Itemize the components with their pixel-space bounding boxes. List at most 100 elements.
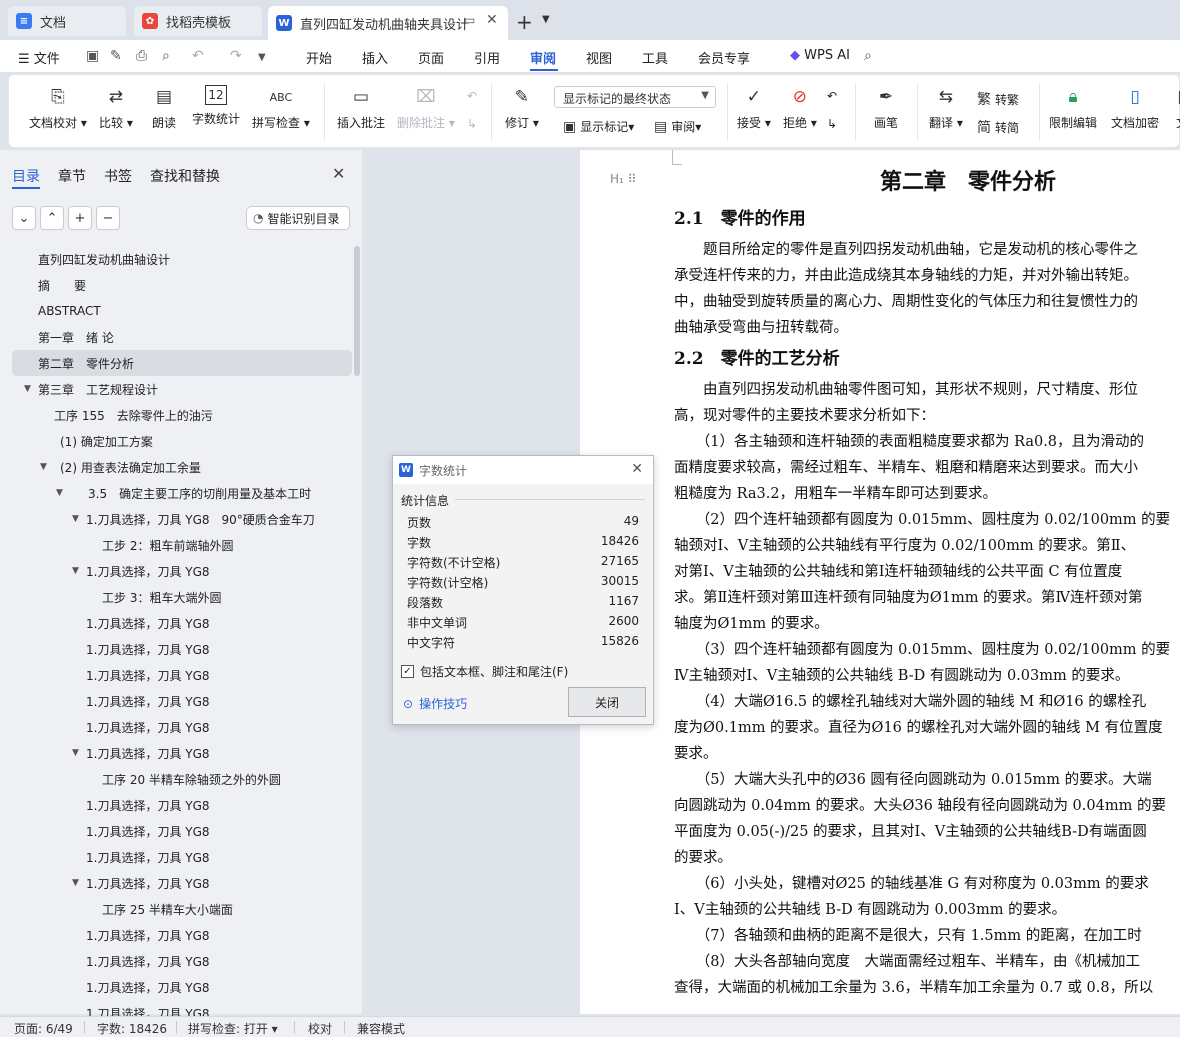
expand-triangle-icon[interactable]: ▼ <box>72 514 79 524</box>
toc-item[interactable]: 1.刀具选择，刀具 YG8 <box>0 948 352 974</box>
document-page[interactable]: H₁ ⠿ 第二章 零件分析 2.1 零件的作用 题目所给定的零件是直列四拐发动机… <box>580 150 1180 1014</box>
encrypt-button[interactable]: ▯ 文档加密 <box>1111 85 1159 131</box>
toc-item[interactable]: ▼ (2) 用查表法确定加工余量 <box>0 454 352 480</box>
show-markup-button[interactable]: ▣ 显示标记 ▾ <box>563 118 634 135</box>
delete-comment-button[interactable]: ⌧ 删除批注 ▾ <box>397 85 455 131</box>
toc-item[interactable]: 工序 20 半精车除轴颈之外的外圆 <box>0 766 352 792</box>
close-dialog-icon[interactable]: ✕ <box>631 461 643 477</box>
print-preview-icon[interactable]: ⌕ <box>162 48 170 64</box>
menu-view[interactable]: 视图 <box>586 48 612 67</box>
toc-item[interactable]: 1.刀具选择，刀具 YG8 <box>0 636 352 662</box>
cut-off-button[interactable]: ▯ 文 <box>1169 85 1180 131</box>
expand-triangle-icon[interactable]: ▼ <box>24 384 31 394</box>
toc-item[interactable]: ▼ 1.刀具选择，刀具 YG8 <box>0 740 352 766</box>
toc-item[interactable]: 第一章 绪 论 <box>0 324 352 350</box>
chevron-down-icon[interactable]: ▼ <box>258 52 266 63</box>
search-icon[interactable]: ⌕ <box>864 48 872 64</box>
toc-item[interactable]: 1.刀具选择，刀具 YG8 <box>0 610 352 636</box>
spell-check-indicator[interactable]: 拼写检查: 打开 ▾ <box>188 1020 278 1037</box>
collapse-up-button[interactable]: ⌃ <box>40 206 64 230</box>
tab-toc[interactable]: 目录 <box>12 166 40 186</box>
expand-triangle-icon[interactable]: ▼ <box>72 878 79 888</box>
smart-toc-button[interactable]: ◔ 智能识别目录 <box>246 206 350 230</box>
toc-item[interactable]: 1.刀具选择，刀具 YG8 <box>0 818 352 844</box>
insert-comment-button[interactable]: ▭ 插入批注 <box>337 85 385 131</box>
toc-item[interactable]: ▼ 1.刀具选择，刀具 YG8 <box>0 558 352 584</box>
menu-insert[interactable]: 插入 <box>362 48 388 67</box>
expand-triangle-icon[interactable]: ▼ <box>56 488 63 498</box>
new-tab-icon[interactable]: + <box>516 10 533 34</box>
pen-button[interactable]: ✒ 画笔 <box>873 85 899 131</box>
dialog-title-bar[interactable]: W 字数统计 ✕ <box>393 456 653 484</box>
menu-tools[interactable]: 工具 <box>642 48 668 67</box>
proofread-indicator[interactable]: 校对 <box>308 1020 332 1037</box>
translate-button[interactable]: ⇆ 翻译 ▾ <box>929 85 963 131</box>
toc-item[interactable]: 1.刀具选择，刀具 YG8 <box>0 974 352 1000</box>
toc-item[interactable]: 1.刀具选择，刀具 YG8 <box>0 922 352 948</box>
tab-documents[interactable]: ≡ 文档 <box>8 6 126 36</box>
heading-style-marker[interactable]: H₁ ⠿ <box>610 172 636 186</box>
expand-triangle-icon[interactable]: ▼ <box>40 462 47 472</box>
revise-button[interactable]: ✎ 修订 ▾ <box>505 85 539 131</box>
compare-button[interactable]: ⇄ 比较 ▾ <box>99 85 133 131</box>
expand-triangle-icon[interactable]: ▼ <box>72 566 79 576</box>
toc-item[interactable]: 工序 25 半精车大小端面 <box>0 896 352 922</box>
undo-icon[interactable]: ↶ <box>192 48 204 64</box>
toc-item[interactable]: ABSTRACT <box>0 298 352 324</box>
menu-page[interactable]: 页面 <box>418 48 444 67</box>
tab-chapters[interactable]: 章节 <box>58 166 86 186</box>
toc-item[interactable]: 工步 2：粗车前端轴外圆 <box>0 532 352 558</box>
toc-item[interactable]: ▼ 1.刀具选择，刀具 YG8 <box>0 870 352 896</box>
toc-item[interactable]: 1.刀具选择，刀具 YG8 <box>0 714 352 740</box>
expand-triangle-icon[interactable]: ▼ <box>72 748 79 758</box>
tab-template[interactable]: ✿ 找稻壳模板 <box>134 6 262 36</box>
page-indicator[interactable]: 页面: 6/49 <box>14 1020 73 1037</box>
close-button[interactable]: 关闭 <box>568 687 646 717</box>
accept-button[interactable]: ✓ 接受 ▾ <box>737 85 771 131</box>
wps-ai-button[interactable]: ◆ WPS AI <box>790 48 850 63</box>
tab-bookmarks[interactable]: 书签 <box>104 166 132 186</box>
toc-item[interactable]: ▼ 1.刀具选择，刀具 YG8 90°硬质合金车刀 <box>0 506 352 532</box>
toc-item[interactable]: ▼ 第三章 工艺规程设计 <box>0 376 352 402</box>
close-pane-icon[interactable]: ✕ <box>332 164 345 183</box>
spell-check-button[interactable]: ABC 拼写检查 ▾ <box>252 85 310 131</box>
toc-item[interactable]: 1.刀具选择，刀具 YG8 <box>0 844 352 870</box>
toc-item[interactable]: 1.刀具选择，刀具 YG8 <box>0 792 352 818</box>
next-comment-icon[interactable]: ↳ <box>467 117 477 131</box>
toc-item[interactable]: 直列四缸发动机曲轴设计 <box>0 246 352 272</box>
menu-member[interactable]: 会员专享 <box>698 48 750 67</box>
read-aloud-button[interactable]: ▤ 朗读 <box>151 85 177 131</box>
reject-button[interactable]: ⊘ 拒绝 ▾ <box>783 85 817 131</box>
redo-icon[interactable]: ↷ <box>230 48 242 64</box>
menu-start[interactable]: 开始 <box>306 48 332 67</box>
toc-item[interactable]: (1) 确定加工方案 <box>0 428 352 454</box>
file-menu[interactable]: ☰ 文件 <box>18 48 60 67</box>
toc-item[interactable]: 工序 155 去除零件上的油污 <box>0 402 352 428</box>
pin-icon[interactable]: ▭ <box>464 13 475 27</box>
previous-comment-icon[interactable]: ↶ <box>467 89 477 103</box>
to-simplified-button[interactable]: 简转简 <box>977 117 1019 137</box>
close-tab-icon[interactable]: ✕ <box>486 12 498 28</box>
restrict-edit-button[interactable]: 🔒︎ 限制编辑 <box>1049 85 1097 131</box>
markup-display-select[interactable]: 显示标记的最终状态 ▼ <box>554 86 716 108</box>
remove-heading-button[interactable]: − <box>96 206 120 230</box>
chevron-down-icon[interactable]: ▼ <box>542 14 550 25</box>
menu-review[interactable]: 审阅 <box>530 48 556 67</box>
proofread-button[interactable]: ⎘ 文档校对 ▾ <box>29 85 87 131</box>
next-revision-icon[interactable]: ↳ <box>827 117 837 131</box>
toc-scrollbar[interactable] <box>354 246 360 376</box>
previous-revision-icon[interactable]: ↶ <box>827 89 837 103</box>
toc-item[interactable]: 1.刀具选择，刀具 YG8 <box>0 688 352 714</box>
tips-link[interactable]: ⊙ 操作技巧 <box>403 695 467 712</box>
review-pane-button[interactable]: ▤ 审阅 ▾ <box>654 118 701 135</box>
include-notes-checkbox[interactable]: ✓ 包括文本框、脚注和尾注(F) <box>401 663 568 680</box>
format-painter-icon[interactable]: ✎ <box>110 48 122 64</box>
tab-active-document[interactable]: W 直列四缸发动机曲轴夹具设计 ▭ ✕ <box>268 6 508 40</box>
toc-item[interactable]: 工步 3：粗车大端外圆 <box>0 584 352 610</box>
add-heading-button[interactable]: + <box>68 206 92 230</box>
collapse-down-button[interactable]: ⌄ <box>12 206 36 230</box>
word-count-button[interactable]: 12 字数统计 <box>192 85 240 127</box>
print-icon[interactable]: ⎙ <box>136 48 147 64</box>
menu-reference[interactable]: 引用 <box>474 48 500 67</box>
toc-item[interactable]: 1.刀具选择，刀具 YG8 <box>0 662 352 688</box>
